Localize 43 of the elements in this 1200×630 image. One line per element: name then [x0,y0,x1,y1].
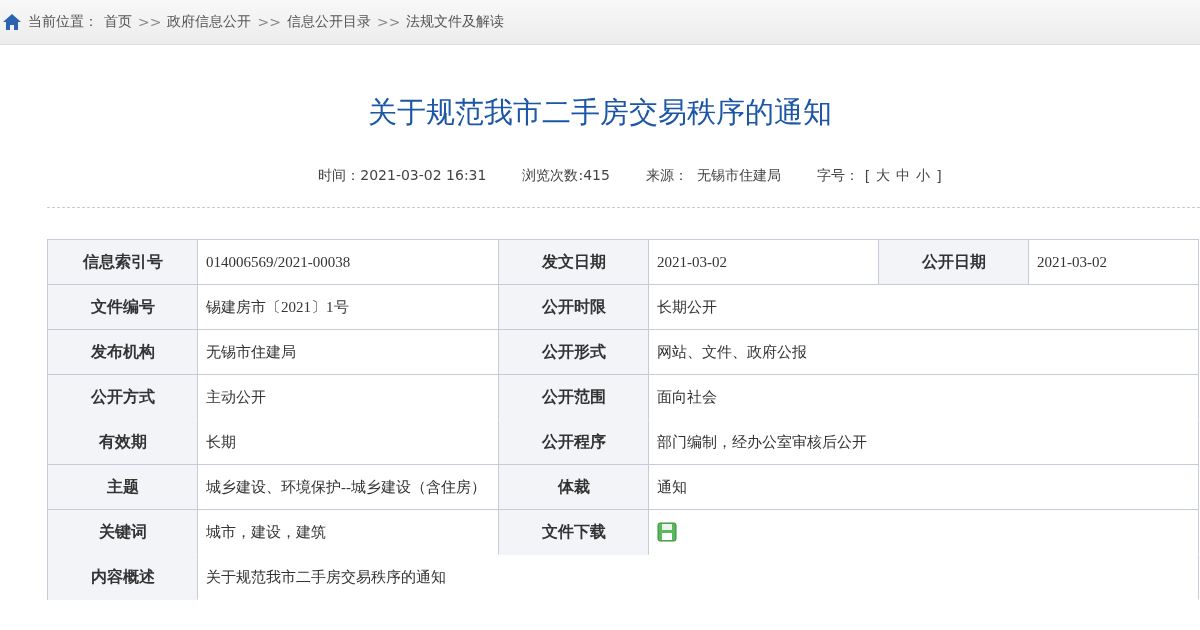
field-label: 公开范围 [499,375,649,420]
font-size-link[interactable]: 小 [916,167,931,185]
field-label: 公开程序 [499,420,649,465]
field-label: 公开时限 [499,285,649,330]
field-label: 公开形式 [499,330,649,375]
breadcrumb-separator: >> [376,14,401,30]
home-icon[interactable] [2,13,22,31]
breadcrumb-label: 当前位置： [28,13,98,31]
field-label: 内容概述 [48,555,198,600]
font-size-link[interactable]: 大 [876,167,891,185]
field-value: 通知 [649,465,1199,510]
field-label: 关键词 [48,510,198,555]
field-label: 主题 [48,465,198,510]
bracket: [ [864,168,871,184]
field-value: 2021-03-02 [1029,240,1199,285]
font-size-link[interactable]: 中 [896,167,911,185]
breadcrumb-separator: >> [257,14,281,30]
article-title: 关于规范我市二手房交易秩序的通知 [367,94,833,131]
field-value: 网站、文件、政府公报 [649,330,1199,375]
field-label: 信息索引号 [48,240,198,285]
font-size-label: 字号： [816,167,859,185]
field-label: 公开日期 [879,240,1029,285]
field-label: 发文日期 [499,240,649,285]
article-meta: 时间：2021-03-02 16:31 [318,167,487,185]
article-meta: 浏览次数:415 [522,167,610,185]
breadcrumb-link[interactable]: 首页 [104,13,132,31]
article-meta: 来源： 无锡市住建局 [645,167,781,185]
field-label: 体裁 [499,465,649,510]
field-label: 公开方式 [48,375,198,420]
field-label: 有效期 [48,420,198,465]
breadcrumb-separator: >> [138,14,162,30]
breadcrumb-link[interactable]: 法规文件及解读 [406,13,505,31]
field-value: 面向社会 [649,375,1199,420]
field-label: 发布机构 [48,330,198,375]
field-value: 长期公开 [649,285,1199,330]
breadcrumb-link[interactable]: 信息公开目录 [286,13,371,31]
field-label: 文件编号 [48,285,198,330]
bracket: ] [936,168,942,184]
breadcrumb-link[interactable]: 政府信息公开 [167,13,252,31]
field-value: 关于规范我市二手房交易秩序的通知 [198,555,1199,600]
field-value: 部门编制，经办公室审核后公开 [649,420,1199,465]
save-icon[interactable] [657,522,677,542]
field-label: 文件下载 [499,510,649,555]
